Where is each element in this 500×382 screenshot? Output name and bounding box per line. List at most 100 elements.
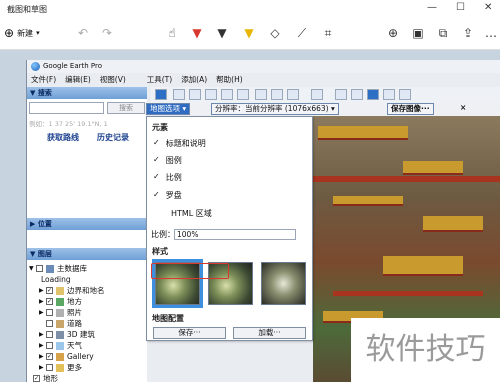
scale-input[interactable]: 100% bbox=[174, 229, 296, 240]
save-icon[interactable]: ▣ bbox=[409, 24, 427, 42]
expand-icon[interactable]: ▶ bbox=[39, 353, 46, 360]
placemark-icon[interactable] bbox=[173, 89, 185, 100]
history-imagery-icon[interactable] bbox=[255, 89, 267, 100]
map-options-button[interactable]: 地图选项 ▾ bbox=[146, 103, 191, 115]
undo-icon[interactable]: ↶ bbox=[74, 24, 92, 42]
legend-option[interactable]: ✓ 图例 bbox=[153, 155, 182, 166]
print-icon[interactable] bbox=[351, 89, 363, 100]
checkmark-icon: ✓ bbox=[153, 190, 160, 199]
building-icon bbox=[56, 330, 64, 339]
ruler-icon[interactable]: ⟋ bbox=[293, 24, 311, 42]
polygon-icon[interactable] bbox=[189, 89, 201, 100]
new-label: 新建 bbox=[17, 28, 34, 38]
expand-icon[interactable]: ▶ bbox=[39, 364, 46, 371]
border-icon bbox=[56, 286, 64, 295]
database-icon bbox=[46, 264, 54, 273]
ge-menu-bar: 文件(F) 编辑(E) 视图(V) 工具(T) 添加(A) 帮助(H) bbox=[27, 73, 500, 86]
overlay-icon[interactable] bbox=[221, 89, 233, 100]
collapse-icon[interactable]: ▼ bbox=[29, 265, 36, 272]
copy-icon[interactable]: ⧉ bbox=[434, 24, 452, 42]
menu-tools[interactable]: 工具(T) bbox=[147, 73, 172, 86]
planet-icon[interactable] bbox=[287, 89, 299, 100]
save-config-button[interactable]: 保存··· bbox=[153, 327, 226, 339]
eraser-icon[interactable]: ◇ bbox=[266, 24, 284, 42]
places-panel-header[interactable]: ▶ 位置 bbox=[27, 218, 147, 230]
checkbox[interactable] bbox=[46, 331, 53, 338]
close-options-button[interactable]: × bbox=[457, 103, 469, 115]
palace-roof bbox=[383, 256, 463, 276]
expand-icon[interactable]: ▶ bbox=[39, 342, 46, 349]
layer-item[interactable]: ▶ 更多 bbox=[27, 362, 147, 373]
layer-item[interactable]: ▼ 主数据库 bbox=[27, 263, 147, 274]
search-button[interactable]: 搜索 bbox=[107, 102, 145, 114]
sun-icon[interactable] bbox=[271, 89, 283, 100]
globe-icon[interactable] bbox=[399, 89, 411, 100]
highlighter-icon[interactable]: ▼ bbox=[240, 24, 258, 42]
layer-label: 道路 bbox=[67, 319, 82, 328]
checkbox[interactable] bbox=[46, 320, 53, 327]
pencil-icon[interactable]: ▼ bbox=[213, 24, 231, 42]
expand-icon[interactable]: ▶ bbox=[39, 287, 46, 294]
layer-item[interactable]: ▶ 3D 建筑 bbox=[27, 329, 147, 340]
scale-option[interactable]: ✓ 比例 bbox=[153, 172, 182, 183]
history-link[interactable]: 历史记录 bbox=[97, 132, 129, 143]
share-icon[interactable]: ⇪ bbox=[459, 24, 477, 42]
menu-edit[interactable]: 编辑(E) bbox=[65, 73, 91, 86]
layer-item[interactable]: ▶ 照片 bbox=[27, 307, 147, 318]
new-button[interactable]: ⊕ 新建 ▾ bbox=[4, 24, 40, 42]
style-option-3[interactable] bbox=[261, 262, 306, 305]
close-icon[interactable]: ✕ bbox=[484, 2, 492, 13]
layer-item[interactable]: 道路 bbox=[27, 318, 147, 329]
save-image-icon[interactable] bbox=[367, 89, 379, 100]
checkmark-icon: ✓ bbox=[153, 172, 160, 181]
html-area-option[interactable]: HTML 区域 bbox=[165, 208, 212, 219]
maximize-icon[interactable]: ☐ bbox=[456, 2, 465, 13]
title-description-option[interactable]: ✓ 标题和说明 bbox=[153, 138, 206, 149]
minimize-icon[interactable]: — bbox=[427, 2, 437, 13]
checkbox[interactable]: ✓ bbox=[33, 375, 40, 382]
layer-item[interactable]: ▶ ✓ Gallery bbox=[27, 351, 147, 362]
ruler-icon[interactable] bbox=[311, 89, 323, 100]
email-icon[interactable] bbox=[335, 89, 347, 100]
sidebar-toggle-icon[interactable] bbox=[155, 89, 167, 100]
crop-icon[interactable]: ⌗ bbox=[319, 24, 337, 42]
ballpoint-pen-icon[interactable]: ▼ bbox=[188, 24, 206, 42]
ge-left-panel: ▼ 搜索 搜索 例如：1 37 25' 19.1"N, 1 获取路线 历史记录 … bbox=[27, 87, 147, 382]
expand-icon[interactable]: ▶ bbox=[39, 298, 46, 305]
compass-option[interactable]: ✓ 罗盘 bbox=[153, 190, 182, 201]
get-route-link[interactable]: 获取路线 bbox=[47, 132, 79, 143]
search-input[interactable] bbox=[29, 102, 104, 114]
menu-file[interactable]: 文件(F) bbox=[31, 73, 56, 86]
menu-help[interactable]: 帮助(H) bbox=[216, 73, 243, 86]
checkbox[interactable]: ✓ bbox=[46, 353, 53, 360]
resolution-dropdown[interactable]: 分辨率：当前分辨率 (1076x663) ▾ bbox=[211, 103, 339, 115]
path-icon[interactable] bbox=[205, 89, 217, 100]
expand-icon[interactable]: ▶ bbox=[39, 331, 46, 338]
checkbox[interactable] bbox=[46, 342, 53, 349]
checkbox[interactable] bbox=[46, 364, 53, 371]
layer-item[interactable]: ▶ ✓ 地方 bbox=[27, 296, 147, 307]
menu-add[interactable]: 添加(A) bbox=[181, 73, 207, 86]
redo-icon[interactable]: ↷ bbox=[98, 24, 116, 42]
touch-write-icon[interactable]: ☝ bbox=[163, 24, 181, 42]
map-view-icon[interactable] bbox=[383, 89, 395, 100]
layer-item[interactable]: ✓ 地形 bbox=[27, 373, 147, 382]
layer-item[interactable]: ▶ 天气 bbox=[27, 340, 147, 351]
ge-title-bar: Google Earth Pro bbox=[27, 60, 500, 73]
tour-icon[interactable] bbox=[237, 89, 249, 100]
checkbox[interactable]: ✓ bbox=[46, 287, 53, 294]
search-panel-header[interactable]: ▼ 搜索 bbox=[27, 87, 147, 99]
zoom-in-icon[interactable]: ⊕ bbox=[384, 24, 402, 42]
load-config-button[interactable]: 加载··· bbox=[233, 327, 306, 339]
checkbox[interactable]: ✓ bbox=[46, 298, 53, 305]
more-icon[interactable]: … bbox=[482, 24, 500, 42]
expand-icon[interactable]: ▶ bbox=[39, 309, 46, 316]
layers-panel-header[interactable]: ▼ 图层 bbox=[27, 248, 147, 260]
checkbox[interactable] bbox=[46, 309, 53, 316]
layer-label: Loading bbox=[41, 275, 71, 284]
menu-view[interactable]: 视图(V) bbox=[100, 73, 126, 86]
layer-item[interactable]: ▶ ✓ 边界和地名 bbox=[27, 285, 147, 296]
save-image-button[interactable]: 保存图像··· bbox=[387, 103, 434, 115]
checkbox[interactable] bbox=[36, 265, 43, 272]
weather-icon bbox=[56, 341, 64, 350]
